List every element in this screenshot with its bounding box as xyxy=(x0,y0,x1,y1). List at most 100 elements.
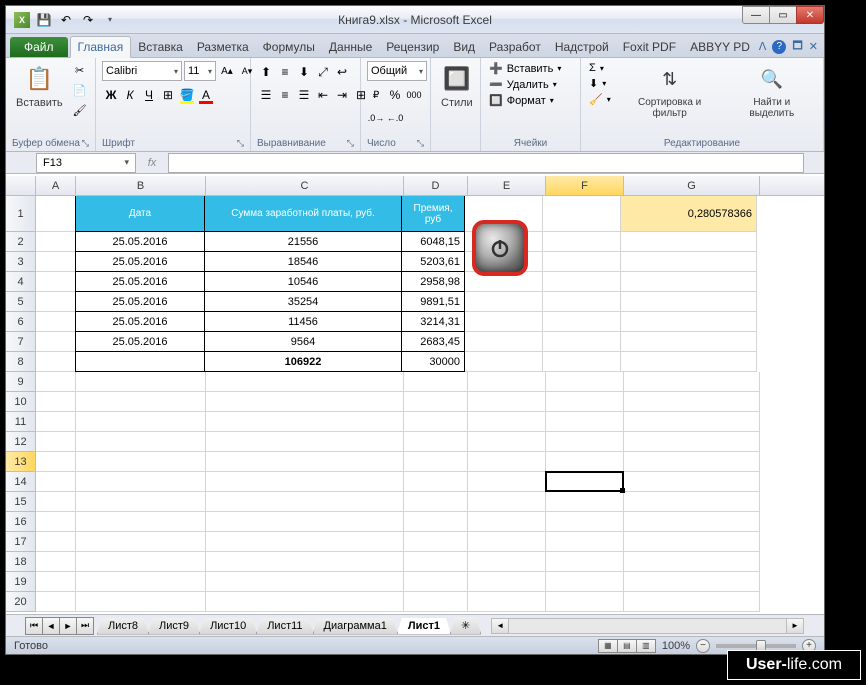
cell[interactable] xyxy=(76,412,206,432)
autosum-button[interactable]: Σ▾ xyxy=(587,61,613,75)
window-close-icon[interactable]: ✕ xyxy=(809,40,818,53)
excel-app-icon[interactable]: X xyxy=(12,10,32,30)
tab-nav-next[interactable]: ► xyxy=(59,617,77,635)
cell[interactable] xyxy=(206,552,404,572)
cell[interactable] xyxy=(206,392,404,412)
cell[interactable]: 9564 xyxy=(204,331,402,352)
fill-button[interactable]: ⬇▾ xyxy=(587,76,613,91)
col-header-g[interactable]: G xyxy=(624,176,760,195)
formula-input[interactable] xyxy=(168,153,804,173)
col-header-e[interactable]: E xyxy=(468,176,546,195)
font-color-button[interactable]: A xyxy=(197,86,215,104)
cell[interactable] xyxy=(624,512,760,532)
cell[interactable] xyxy=(468,552,546,572)
increase-decimal-icon[interactable]: .0→ xyxy=(367,109,385,127)
cell[interactable] xyxy=(546,392,624,412)
format-cells-button[interactable]: 🔲Формат▾ xyxy=(487,93,563,108)
minimize-button[interactable]: — xyxy=(742,6,770,24)
cell[interactable] xyxy=(76,592,206,612)
number-expand-icon[interactable]: ⤡ xyxy=(417,138,424,149)
cell[interactable] xyxy=(206,452,404,472)
row-header[interactable]: 2 xyxy=(6,232,36,252)
cell[interactable]: 21556 xyxy=(204,231,402,252)
cell[interactable] xyxy=(36,472,76,492)
cell[interactable] xyxy=(206,592,404,612)
sheet-tab[interactable]: Лист8 xyxy=(97,618,149,635)
cell[interactable] xyxy=(404,592,468,612)
cell[interactable] xyxy=(543,232,621,252)
zoom-slider[interactable] xyxy=(716,644,796,648)
tab-nav-last[interactable]: ⏭ xyxy=(76,617,94,635)
cell[interactable] xyxy=(543,272,621,292)
alignment-expand-icon[interactable]: ⤡ xyxy=(347,138,354,149)
tab-data[interactable]: Данные xyxy=(322,37,379,57)
cell[interactable] xyxy=(76,492,206,512)
fill-color-button[interactable]: 🪣 xyxy=(178,86,196,104)
percent-icon[interactable]: % xyxy=(386,86,404,104)
row-header[interactable]: 5 xyxy=(6,292,36,312)
cell[interactable] xyxy=(404,392,468,412)
cell[interactable] xyxy=(404,552,468,572)
increase-indent-icon[interactable]: ⇥ xyxy=(333,86,351,104)
name-box[interactable]: F13 xyxy=(36,153,136,173)
clear-button[interactable]: 🧹▾ xyxy=(587,92,613,107)
delete-cells-button[interactable]: ➖Удалить▾ xyxy=(487,77,563,92)
cell[interactable] xyxy=(546,552,624,572)
cell[interactable]: 25.05.2016 xyxy=(75,291,205,312)
tab-abbyy[interactable]: ABBYY PD xyxy=(683,37,757,57)
cell[interactable] xyxy=(76,392,206,412)
cell[interactable] xyxy=(36,312,76,332)
cell[interactable] xyxy=(621,252,757,272)
row-header[interactable]: 15 xyxy=(6,492,36,512)
cell[interactable]: 35254 xyxy=(204,291,402,312)
cell[interactable]: 10546 xyxy=(204,271,402,292)
cell[interactable] xyxy=(468,372,546,392)
cut-icon[interactable]: ✂ xyxy=(71,61,89,79)
cell[interactable] xyxy=(543,196,621,232)
cell[interactable] xyxy=(404,432,468,452)
wrap-text-icon[interactable]: ↩ xyxy=(333,63,351,81)
tab-insert[interactable]: Вставка xyxy=(131,37,190,57)
cell[interactable] xyxy=(36,432,76,452)
cell[interactable] xyxy=(76,572,206,592)
cell[interactable] xyxy=(468,452,546,472)
new-sheet-button[interactable]: ✳ xyxy=(450,617,481,635)
select-all-corner[interactable] xyxy=(6,176,36,195)
orientation-icon[interactable]: ⤢ xyxy=(314,63,332,81)
cell[interactable] xyxy=(206,492,404,512)
view-normal-button[interactable]: ▦ xyxy=(598,639,618,653)
cell[interactable] xyxy=(465,312,543,332)
sheet-tab[interactable]: Лист11 xyxy=(256,618,313,635)
sort-filter-button[interactable]: ⇅ Сортировка и фильтр xyxy=(617,61,723,121)
col-header-a[interactable]: A xyxy=(36,176,76,195)
cell[interactable] xyxy=(543,312,621,332)
cell[interactable] xyxy=(543,332,621,352)
align-bottom-icon[interactable]: ⬇ xyxy=(295,63,313,81)
view-page-break-button[interactable]: ▥ xyxy=(636,639,656,653)
font-size-combo[interactable]: 11 xyxy=(184,61,216,81)
cell[interactable] xyxy=(206,532,404,552)
clipboard-expand-icon[interactable]: ⤡ xyxy=(82,138,89,149)
cell[interactable] xyxy=(621,332,757,352)
cell[interactable] xyxy=(404,532,468,552)
cell[interactable] xyxy=(36,352,76,372)
cell[interactable]: 5203,61 xyxy=(401,251,465,272)
cell[interactable] xyxy=(621,352,757,372)
cell[interactable] xyxy=(624,492,760,512)
row-header[interactable]: 20 xyxy=(6,592,36,612)
cell[interactable] xyxy=(624,432,760,452)
row-header[interactable]: 12 xyxy=(6,432,36,452)
cell[interactable] xyxy=(76,512,206,532)
decrease-indent-icon[interactable]: ⇤ xyxy=(314,86,332,104)
cell[interactable]: 11456 xyxy=(204,311,402,332)
cell[interactable] xyxy=(36,272,76,292)
cell[interactable]: 9891,51 xyxy=(401,291,465,312)
cell[interactable] xyxy=(36,552,76,572)
cell[interactable] xyxy=(76,432,206,452)
cell[interactable] xyxy=(624,572,760,592)
row-header[interactable]: 9 xyxy=(6,372,36,392)
align-top-icon[interactable]: ⬆ xyxy=(257,63,275,81)
cell[interactable] xyxy=(546,432,624,452)
tab-layout[interactable]: Разметка xyxy=(190,37,256,57)
cell[interactable]: 0,280578366 xyxy=(621,196,757,232)
